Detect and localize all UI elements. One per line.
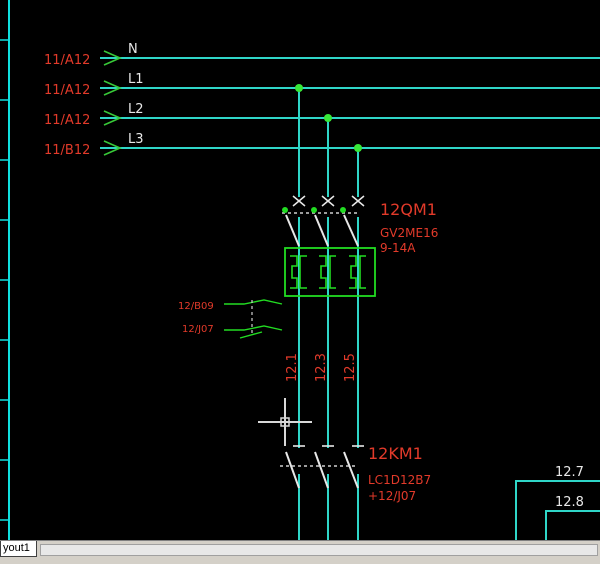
drawing-canvas[interactable]: 11/A12 11/A12 11/A12 11/B12 N L1 L2 L3 1… — [0, 0, 600, 540]
source-ref: 11/B12 — [44, 143, 90, 158]
wire-label: 12.3 — [314, 353, 329, 382]
bus-lines — [100, 57, 600, 149]
breaker-model: GV2ME16 — [380, 226, 438, 240]
junction-dot — [324, 114, 332, 122]
aux-contacts: 12/B09 12/J07 — [178, 299, 283, 339]
breaker-range: 9-14A — [380, 241, 416, 255]
line-name: L3 — [128, 132, 144, 147]
tab-layout1[interactable]: yout1 — [0, 541, 37, 557]
contactor-model: LC1D12B7 — [368, 473, 431, 487]
wire-label: 12.5 — [343, 353, 358, 382]
contactor-tag: 12KM1 — [368, 444, 423, 463]
source-ref: 11/A12 — [44, 83, 90, 98]
source-arrows — [103, 50, 122, 156]
line-name: L2 — [128, 102, 144, 117]
junction-dot — [295, 84, 303, 92]
right-circuit: 12.7 12.8 — [515, 465, 600, 540]
line-name: L1 — [128, 72, 144, 87]
schematic-diagram: 11/A12 11/A12 11/A12 11/B12 N L1 L2 L3 1… — [0, 0, 600, 540]
aux-ref: 12/B09 — [178, 301, 214, 312]
layout-tab-bar: yout1 — [0, 540, 600, 564]
drawing-frame — [0, 0, 10, 540]
source-ref: 11/A12 — [44, 53, 90, 68]
right-wire-label: 12.7 — [555, 465, 584, 480]
line-name: N — [128, 42, 138, 57]
breaker-switch-blades — [285, 214, 359, 247]
source-refs: 11/A12 11/A12 11/A12 11/B12 — [44, 53, 90, 158]
wire-labels: 12.1 12.3 12.5 — [285, 353, 358, 382]
breaker-12qm1[interactable]: 12QM1 GV2ME16 9-14A — [282, 195, 438, 297]
junction-dot — [354, 144, 362, 152]
aux-ref: 12/J07 — [182, 324, 214, 335]
horizontal-scrollbar[interactable] — [40, 544, 598, 556]
right-wire-label: 12.8 — [555, 495, 584, 510]
source-ref: 11/A12 — [44, 113, 90, 128]
contactor-12km1[interactable]: 12KM1 LC1D12B7 +12/J07 — [280, 444, 431, 503]
breaker-tag: 12QM1 — [380, 200, 437, 219]
wire-label: 12.1 — [285, 353, 300, 382]
crosshair-cursor-icon — [258, 398, 312, 446]
contactor-ref: +12/J07 — [368, 489, 416, 503]
